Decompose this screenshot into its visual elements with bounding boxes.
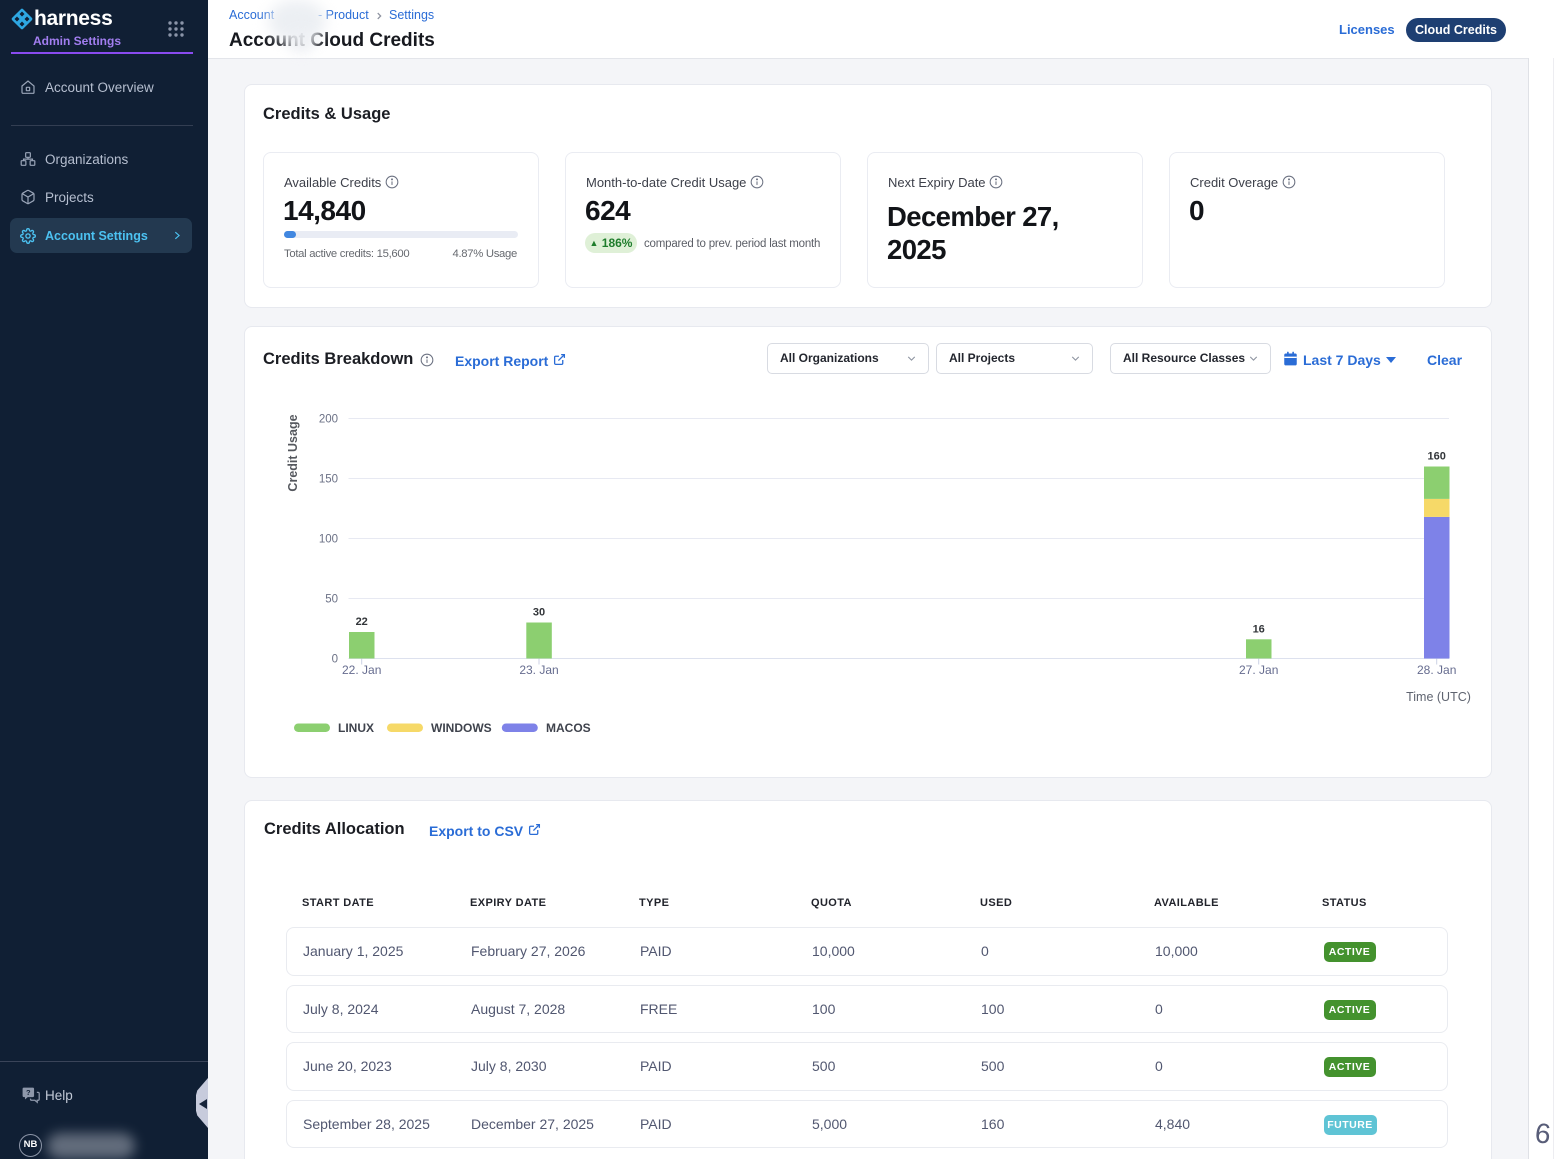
svg-text:MACOS: MACOS (546, 721, 591, 735)
svg-text:0: 0 (332, 654, 338, 666)
svg-text:50: 50 (325, 594, 338, 606)
svg-text:28. Jan: 28. Jan (1417, 663, 1456, 677)
svg-text:150: 150 (319, 474, 338, 486)
svg-text:LINUX: LINUX (338, 721, 374, 735)
svg-text:100: 100 (319, 534, 338, 546)
svg-text:Credit Usage: Credit Usage (286, 414, 300, 491)
svg-text:16: 16 (1253, 623, 1265, 635)
svg-text:WINDOWS: WINDOWS (431, 721, 492, 735)
svg-text:160: 160 (1428, 451, 1446, 463)
svg-text:Time (UTC): Time (UTC) (1406, 690, 1471, 704)
svg-text:?: ? (26, 1088, 31, 1097)
svg-text:22: 22 (356, 616, 368, 628)
svg-text:23. Jan: 23. Jan (519, 663, 558, 677)
svg-text:22. Jan: 22. Jan (342, 663, 381, 677)
svg-text:30: 30 (533, 607, 545, 619)
svg-text:200: 200 (319, 414, 338, 426)
svg-text:27. Jan: 27. Jan (1239, 663, 1278, 677)
